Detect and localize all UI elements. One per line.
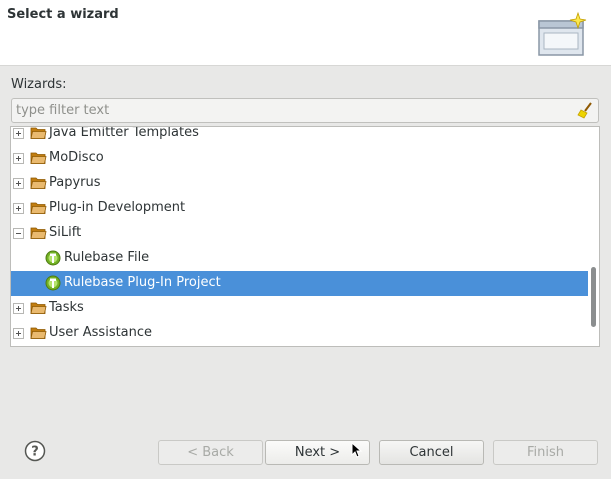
folder-icon [30, 127, 47, 139]
plugin-project-icon [45, 275, 61, 291]
tree-item-plug-in-development[interactable]: Plug-in Development [11, 196, 588, 221]
folder-icon [30, 177, 47, 189]
filter-input[interactable] [12, 99, 572, 122]
tree-item-rulebase-file[interactable]: Rulebase File [11, 246, 588, 271]
tree-item-label: SiLift [49, 225, 82, 240]
wizards-label: Wizards: [11, 77, 67, 92]
tree-item-label: User Assistance [49, 325, 153, 340]
tree-item-label: Rulebase Plug-In Project [64, 275, 221, 290]
tree-item-rulebase-plug-in-project[interactable]: Rulebase Plug-In Project [11, 271, 588, 296]
tree-item-label: Tasks [49, 300, 84, 315]
new-wizard-banner-icon [538, 11, 587, 56]
tree-item-modisco[interactable]: MoDisco [11, 146, 588, 171]
clear-filter-broom-icon[interactable] [577, 102, 594, 119]
help-icon[interactable]: ? [24, 440, 46, 462]
expander-toggle-icon[interactable] [13, 128, 24, 139]
filter-box [11, 98, 599, 123]
folder-icon [30, 227, 47, 239]
tree-scrollbar[interactable] [588, 127, 599, 346]
tree-item-java-emitter-templates[interactable]: Java Emitter Templates [11, 126, 588, 146]
svg-text:?: ? [31, 445, 39, 460]
scrollbar-thumb[interactable] [591, 267, 596, 327]
tree-item-label: Plug-in Development [49, 200, 186, 215]
tree-item-silift[interactable]: SiLift [11, 221, 588, 246]
finish-button[interactable]: Finish [493, 440, 598, 465]
expander-toggle-icon[interactable] [13, 303, 24, 314]
expander-toggle-icon[interactable] [13, 328, 24, 339]
mouse-cursor-icon [351, 442, 363, 458]
tree-item-tasks[interactable]: Tasks [11, 296, 588, 321]
folder-icon [30, 202, 47, 214]
tree-item-papyrus[interactable]: Papyrus [11, 171, 588, 196]
page-title: Select a wizard [7, 7, 119, 22]
tree-item-label: MoDisco [49, 150, 104, 165]
tree-item-label: Rulebase File [64, 250, 150, 265]
plugin-project-icon [45, 250, 61, 266]
tree-item-user-assistance[interactable]: User Assistance [11, 321, 588, 346]
expander-toggle-icon[interactable] [13, 203, 24, 214]
cancel-button[interactable]: Cancel [379, 440, 484, 465]
expander-toggle-icon[interactable] [13, 153, 24, 164]
wizard-header: Select a wizard [0, 0, 611, 66]
expander-toggle-icon[interactable] [13, 178, 24, 189]
back-button[interactable]: < Back [158, 440, 263, 465]
folder-icon [30, 327, 47, 339]
tree-item-label: Papyrus [49, 175, 101, 190]
folder-icon [30, 302, 47, 314]
wizard-tree: Java Emitter Templates MoDisco Papyrus P… [10, 126, 600, 347]
folder-icon [30, 152, 47, 164]
tree-item-label: Java Emitter Templates [49, 126, 199, 140]
expander-toggle-icon[interactable] [13, 228, 24, 239]
wizard-tree-rows: Java Emitter Templates MoDisco Papyrus P… [11, 126, 588, 346]
